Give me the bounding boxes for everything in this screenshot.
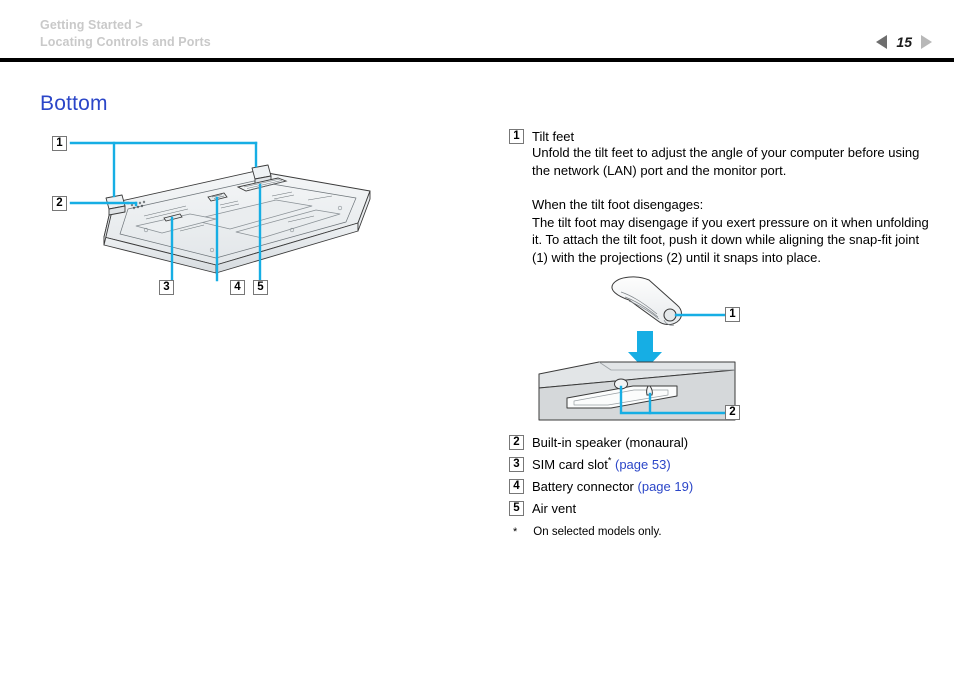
spec-item-list: 2 Built-in speaker (monaural) 3 SIM card… [509,435,929,539]
item-label-text: Built-in speaker (monaural) [532,435,689,450]
item-label-text: Air vent [532,501,577,516]
item-label-battery-connector: Battery connector (page 19) [532,479,693,494]
item-1-subheading: When the tilt foot disengages: [532,197,704,212]
figure-callout-4: 4 [230,280,245,295]
breadcrumb-line-2: Locating Controls and Ports [40,35,211,49]
item-callout-5: 5 [509,501,524,516]
item-label-air-vent: Air vent [532,501,576,516]
next-page-icon[interactable] [921,35,932,49]
item-label-text: SIM card slot [532,457,608,472]
page-header: Getting Started > Locating Controls and … [0,0,954,62]
page-link-19[interactable]: (page 19) [638,479,694,494]
page-number: 15 [896,34,912,50]
tilt-foot-detail-illustration: 1 2 [537,274,752,422]
item-1-paragraph-2: The tilt foot may disengage if you exert… [532,214,929,265]
header-divider [0,58,954,62]
list-item: 3 SIM card slot* (page 53) [509,455,929,472]
item-callout-1: 1 [509,129,524,144]
item-callout-4: 4 [509,479,524,494]
page-link-53[interactable]: (page 53) [615,457,671,472]
item-callout-2: 2 [509,435,524,450]
page-title: Bottom [40,92,108,115]
bottom-view-illustration: 1 2 3 4 5 [40,130,460,320]
detail-callout-1: 1 [725,307,740,322]
figure-callout-5: 5 [253,280,268,295]
item-callout-3: 3 [509,457,524,472]
detail-callout-2: 2 [725,405,740,420]
breadcrumb: Getting Started > Locating Controls and … [40,17,211,51]
item-label-speaker: Built-in speaker (monaural) [532,435,688,450]
breadcrumb-line-1: Getting Started > [40,18,143,32]
footnote-marker: * [607,455,612,466]
item-title-tilt-feet: Tilt feet [532,129,575,144]
figure-callout-1: 1 [52,136,67,151]
footnote: * On selected models only. [509,525,929,539]
list-item: 4 Battery connector (page 19) [509,479,929,494]
footnote-mark: * [513,526,518,538]
right-content-column: 1 Tilt feet Unfold the tilt feet to adju… [509,129,929,422]
page-navigation: 15 [876,32,932,52]
item-1-paragraph-1: Unfold the tilt feet to adjust the angle… [532,145,920,178]
previous-page-icon[interactable] [876,35,888,49]
spec-item-1-header: 1 Tilt feet [509,129,929,144]
list-item: 2 Built-in speaker (monaural) [509,435,929,450]
list-item: 5 Air vent [509,501,929,516]
figure-callout-2: 2 [52,196,67,211]
item-label-sim-card-slot: SIM card slot* (page 53) [532,455,671,472]
footnote-text: On selected models only. [533,526,662,538]
figure-callout-3: 3 [159,280,174,295]
item-label-text: Battery connector [532,479,634,494]
spec-item-1: 1 Tilt feet Unfold the tilt feet to adju… [509,129,929,266]
